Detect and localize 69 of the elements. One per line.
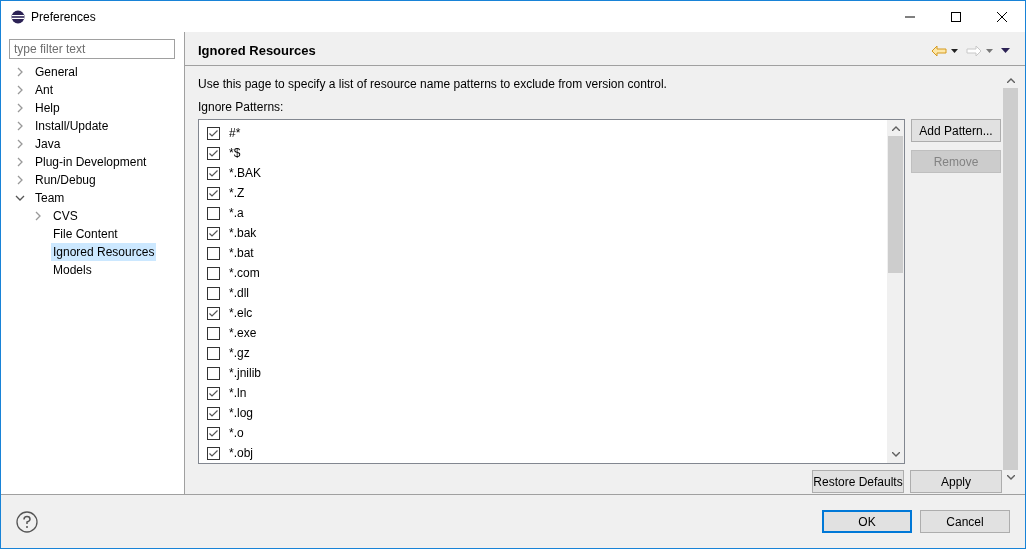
help-icon[interactable] — [16, 510, 38, 533]
checkbox[interactable] — [207, 226, 220, 240]
checkbox[interactable] — [207, 286, 220, 300]
pattern-label[interactable]: *.exe — [229, 324, 257, 342]
pattern-label[interactable]: *.log — [229, 404, 254, 422]
tree-item[interactable]: Run/Debug — [33, 171, 98, 189]
tree-item[interactable]: CVS — [51, 207, 80, 225]
pattern-label[interactable]: *.gz — [229, 344, 250, 362]
pattern-label[interactable]: *$ — [229, 144, 241, 162]
tree-item[interactable]: Ant — [33, 81, 55, 99]
scroll-up-icon[interactable] — [891, 126, 900, 131]
pattern-label[interactable]: *.a — [229, 204, 244, 222]
checkbox[interactable] — [207, 346, 220, 360]
close-icon[interactable] — [997, 11, 1007, 22]
tree-item[interactable]: Ignored Resources — [51, 243, 157, 261]
checkbox[interactable] — [207, 126, 220, 140]
scroll-up-icon[interactable] — [1006, 78, 1015, 83]
maximize-icon[interactable] — [951, 11, 961, 22]
dropdown-icon[interactable] — [951, 48, 958, 53]
checkbox[interactable] — [207, 246, 220, 260]
side-button[interactable]: Add Pattern... — [911, 119, 1001, 142]
tree-item[interactable]: File Content — [51, 225, 120, 243]
checkbox[interactable] — [207, 406, 220, 420]
dialog-button[interactable]: Cancel — [920, 510, 1010, 533]
pattern-label[interactable]: #* — [229, 124, 241, 142]
tree-item[interactable]: Plug-in Development — [33, 153, 149, 171]
tree-item[interactable]: Models — [51, 261, 94, 279]
pattern-label[interactable]: *.bak — [229, 224, 257, 242]
filter-field[interactable]: type filter text — [9, 39, 175, 59]
pattern-label[interactable]: *.bat — [229, 244, 254, 262]
checkbox[interactable] — [207, 266, 220, 280]
tree-item[interactable]: Team — [33, 189, 67, 207]
view-menu-icon[interactable] — [1001, 48, 1010, 53]
description-text: Use this page to specify a list of resource name patterns to exclude from version control. — [198, 76, 668, 93]
checkbox[interactable] — [207, 186, 220, 200]
tree-item[interactable]: Install/Update — [33, 117, 111, 135]
checkbox[interactable] — [207, 446, 220, 460]
pattern-label[interactable]: *.BAK — [229, 164, 261, 182]
page-button[interactable]: Apply — [910, 470, 1002, 493]
scroll-down-icon[interactable] — [891, 452, 900, 457]
checkbox[interactable] — [207, 146, 220, 160]
dialog-button[interactable]: OK — [822, 510, 912, 533]
scroll-down-icon[interactable] — [1006, 475, 1015, 480]
page-title: Ignored Resources — [198, 41, 316, 60]
pattern-label[interactable]: *.elc — [229, 304, 253, 322]
window-title: Preferences — [31, 8, 96, 26]
checkbox[interactable] — [207, 386, 220, 400]
pattern-label[interactable]: *.o — [229, 424, 244, 442]
pattern-label[interactable]: *.Z — [229, 184, 245, 202]
chevron-down-icon[interactable] — [15, 193, 25, 203]
pattern-label[interactable]: *.com — [229, 264, 260, 282]
checkbox[interactable] — [207, 166, 220, 180]
list-scrollbar[interactable] — [887, 120, 904, 463]
tree-item[interactable]: Help — [33, 99, 62, 117]
chevron-right-icon[interactable] — [33, 211, 43, 221]
page-button[interactable]: Restore Defaults — [812, 470, 904, 493]
pattern-label[interactable]: *.obj — [229, 444, 254, 462]
checkbox[interactable] — [207, 206, 220, 220]
list-label: Ignore Patterns: — [198, 99, 285, 116]
pattern-label[interactable]: *.dll — [229, 284, 249, 302]
app-logo-icon — [11, 9, 25, 24]
tree-item[interactable]: Java — [33, 135, 63, 153]
checkbox[interactable] — [207, 326, 220, 340]
checkbox[interactable] — [207, 306, 220, 320]
pattern-label[interactable]: *.jnilib — [229, 364, 261, 382]
checkbox[interactable] — [207, 366, 220, 380]
checkbox[interactable] — [207, 426, 220, 440]
pattern-label[interactable]: *.ln — [229, 384, 247, 402]
tree-item[interactable]: General — [33, 63, 80, 81]
